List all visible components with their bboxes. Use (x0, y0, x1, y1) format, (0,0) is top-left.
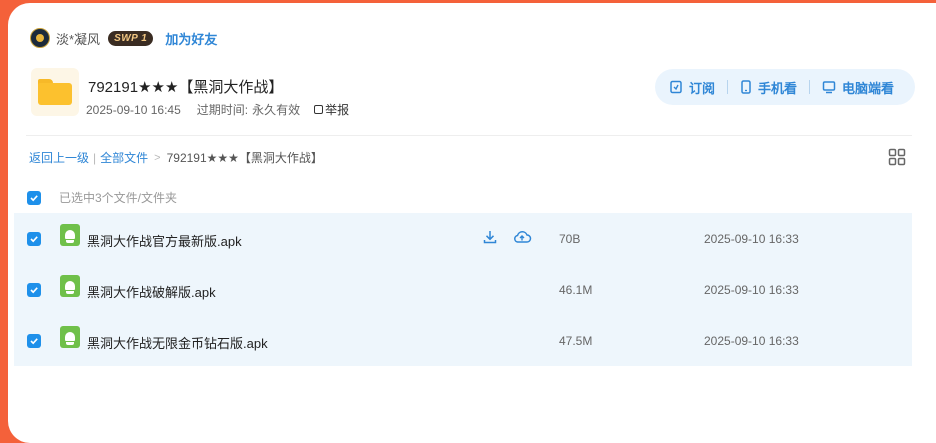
android-apk-icon (60, 326, 80, 348)
report-button[interactable]: 举报 (314, 101, 349, 118)
report-label: 举报 (325, 103, 350, 117)
header-divider (26, 135, 912, 136)
share-meta: 2025-09-10 16:45 过期时间: 永久有效 举报 (86, 101, 349, 118)
file-size: 46.1M (559, 283, 593, 297)
share-date: 2025-09-10 16:45 (86, 102, 181, 117)
expire-value: 永久有效 (252, 103, 301, 117)
file-date: 2025-09-10 16:33 (704, 283, 799, 297)
breadcrumb-current: 792191★★★【黑洞大作战】 (166, 151, 323, 165)
mobile-view-button[interactable]: 手机看 (740, 78, 797, 97)
action-bar: 订阅 手机看 电脑端看 (655, 69, 915, 105)
file-size: 47.5M (559, 334, 593, 348)
file-size: 70B (559, 232, 581, 246)
username[interactable]: 淡*凝风 (56, 29, 100, 48)
folder-icon (31, 68, 79, 116)
breadcrumb-all-files[interactable]: 全部文件 (100, 149, 148, 166)
grid-view-icon[interactable] (888, 148, 906, 166)
monitor-icon (822, 81, 836, 94)
check-icon (30, 194, 38, 201)
check-icon (30, 287, 38, 294)
android-apk-icon (60, 224, 80, 246)
user-row: 淡*凝风 SWP 1 加为好友 (30, 27, 217, 49)
row-checkbox[interactable] (27, 283, 41, 297)
row-checkbox[interactable] (27, 232, 41, 246)
file-date: 2025-09-10 16:33 (704, 334, 799, 348)
expire-label: 过期时间: (196, 103, 249, 117)
android-apk-icon (60, 275, 80, 297)
subscribe-button[interactable]: 订阅 (669, 78, 715, 97)
share-card: 淡*凝风 SWP 1 加为好友 792191★★★【黑洞大作战】 2025-09… (8, 3, 936, 443)
breadcrumb-separator: | (93, 150, 97, 165)
report-icon (314, 105, 324, 114)
check-icon (30, 338, 38, 345)
phone-icon (741, 80, 751, 94)
file-name[interactable]: 黑洞大作战破解版.apk (87, 282, 216, 301)
file-row[interactable]: 黑洞大作战破解版.apk 46.1M 2025-09-10 16:33 (14, 264, 912, 315)
check-icon (30, 236, 38, 243)
pc-view-label: 电脑端看 (842, 80, 895, 96)
breadcrumb: 返回上一级 | 全部文件 > 792191★★★【黑洞大作战】 (29, 149, 323, 166)
file-name[interactable]: 黑洞大作战官方最新版.apk (87, 231, 242, 250)
select-all-row: 已选中3个文件/文件夹 (27, 189, 177, 206)
row-checkbox[interactable] (27, 334, 41, 348)
breadcrumb-back[interactable]: 返回上一级 (29, 149, 89, 166)
subscribe-label: 订阅 (689, 80, 716, 96)
file-name[interactable]: 黑洞大作战无限金币钻石版.apk (87, 333, 268, 352)
file-list: 黑洞大作战官方最新版.apk 70B 2025-09-10 16:33 黑洞大作… (14, 213, 912, 366)
avatar[interactable] (30, 28, 50, 48)
download-icon[interactable] (482, 229, 498, 245)
breadcrumb-arrow: > (154, 151, 161, 164)
select-all-checkbox[interactable] (27, 190, 41, 205)
file-date: 2025-09-10 16:33 (704, 232, 799, 246)
file-row[interactable]: 黑洞大作战官方最新版.apk 70B 2025-09-10 16:33 (14, 213, 912, 264)
save-to-cloud-icon[interactable] (512, 229, 532, 245)
action-separator (809, 80, 811, 94)
mobile-view-label: 手机看 (758, 80, 798, 96)
share-title: 792191★★★【黑洞大作战】 (88, 79, 284, 96)
add-friend-link[interactable]: 加为好友 (165, 29, 217, 48)
action-separator (727, 80, 729, 94)
bookmark-icon (670, 80, 682, 94)
svip-badge: SWP 1 (108, 30, 154, 46)
file-row[interactable]: 黑洞大作战无限金币钻石版.apk 47.5M 2025-09-10 16:33 (14, 315, 912, 366)
pc-view-button[interactable]: 电脑端看 (822, 78, 894, 97)
selection-count: 已选中3个文件/文件夹 (59, 191, 178, 205)
